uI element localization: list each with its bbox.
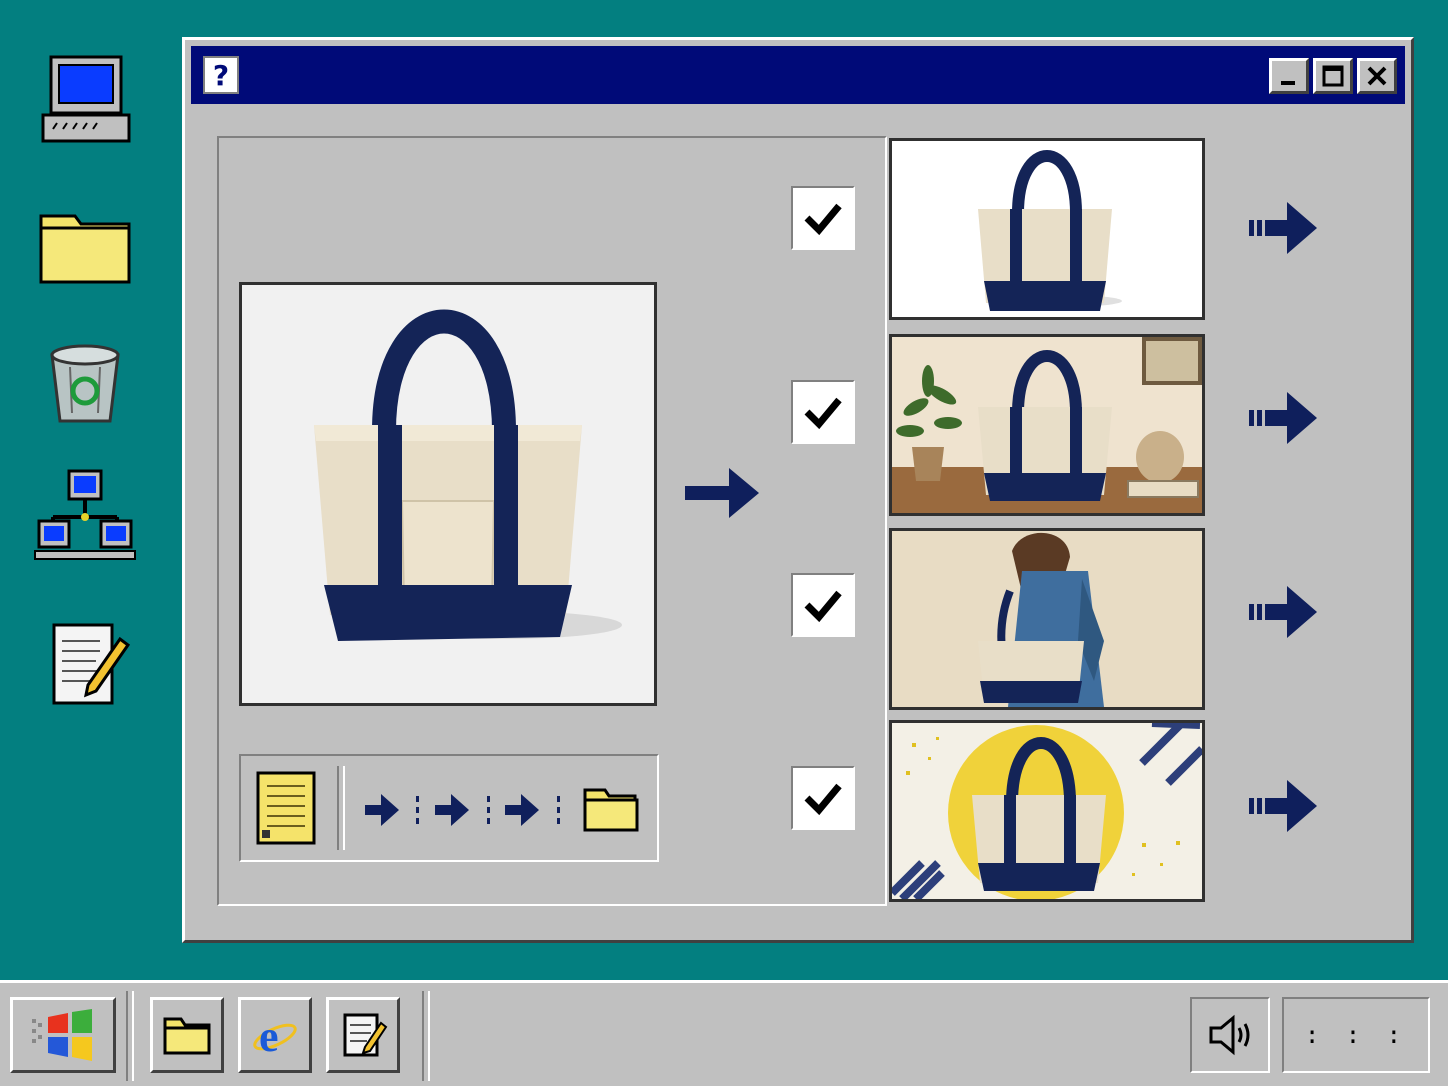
export-arrow-icon-3[interactable] — [1247, 584, 1323, 640]
taskbar: e : : : — [0, 980, 1448, 1086]
check-icon — [804, 783, 842, 816]
network-icon[interactable] — [30, 460, 140, 570]
model-scene — [978, 532, 1104, 707]
maximize-button[interactable] — [1313, 58, 1353, 94]
process-arrow-icon — [685, 468, 759, 518]
minimize-icon — [1281, 81, 1295, 85]
help-icon[interactable]: ? — [203, 56, 239, 94]
windows-logo-icon — [32, 1009, 92, 1061]
recycle-bin-icon[interactable] — [30, 326, 140, 436]
maximize-icon — [1322, 65, 1344, 87]
title-bar[interactable]: ? — [191, 46, 1405, 104]
browser-icon: e — [253, 1012, 297, 1061]
output-checkbox-2[interactable] — [791, 380, 855, 444]
system-clock[interactable]: : : : — [1282, 997, 1430, 1073]
quicklaunch-folder[interactable] — [150, 997, 224, 1073]
folder-icon — [163, 1017, 211, 1055]
speaker-icon — [1209, 1014, 1250, 1056]
pipeline-strip — [239, 754, 659, 862]
quicklaunch-browser[interactable]: e — [238, 997, 312, 1073]
notepad-icon[interactable] — [30, 608, 140, 718]
tote-bag-thumb — [978, 150, 1122, 311]
help-glyph: ? — [212, 58, 230, 92]
output-checkbox-1[interactable] — [791, 186, 855, 250]
output-thumbnail-lifestyle[interactable] — [889, 334, 1205, 516]
lifestyle-scene — [892, 337, 1202, 513]
output-folder-icon[interactable] — [581, 782, 641, 834]
check-icon — [804, 203, 842, 236]
export-arrow-icon-1[interactable] — [1247, 200, 1323, 256]
clock-text: : : : — [1304, 1021, 1408, 1049]
output-thumbnail-graphic[interactable] — [889, 720, 1205, 902]
export-arrow-icon-4[interactable] — [1247, 778, 1323, 834]
pipeline-arrows — [365, 794, 560, 826]
folder-icon[interactable] — [30, 190, 140, 300]
output-thumbnail-model[interactable] — [889, 528, 1205, 710]
graphic-scene — [892, 723, 1202, 899]
volume-control[interactable] — [1190, 997, 1270, 1073]
export-arrow-icon-2[interactable] — [1247, 390, 1323, 446]
app-window: ? — [182, 37, 1414, 943]
close-icon — [1367, 66, 1387, 86]
my-computer-icon[interactable] — [30, 44, 140, 154]
start-button[interactable] — [10, 997, 116, 1073]
source-product-image[interactable] — [239, 282, 657, 706]
svg-text:e: e — [259, 1012, 279, 1061]
tote-bag-image — [314, 309, 622, 641]
taskbar-separator — [422, 991, 430, 1081]
output-checkbox-3[interactable] — [791, 573, 855, 637]
output-thumbnail-white-background[interactable] — [889, 138, 1205, 320]
check-icon — [804, 397, 842, 430]
taskbar-separator — [126, 991, 134, 1081]
output-checkbox-4[interactable] — [791, 766, 855, 830]
close-button[interactable] — [1357, 58, 1397, 94]
minimize-button[interactable] — [1269, 58, 1309, 94]
notepad-icon — [343, 1013, 388, 1057]
pipeline-divider — [337, 766, 345, 850]
quicklaunch-notepad[interactable] — [326, 997, 400, 1073]
check-icon — [804, 590, 842, 623]
document-icon[interactable] — [255, 770, 317, 846]
